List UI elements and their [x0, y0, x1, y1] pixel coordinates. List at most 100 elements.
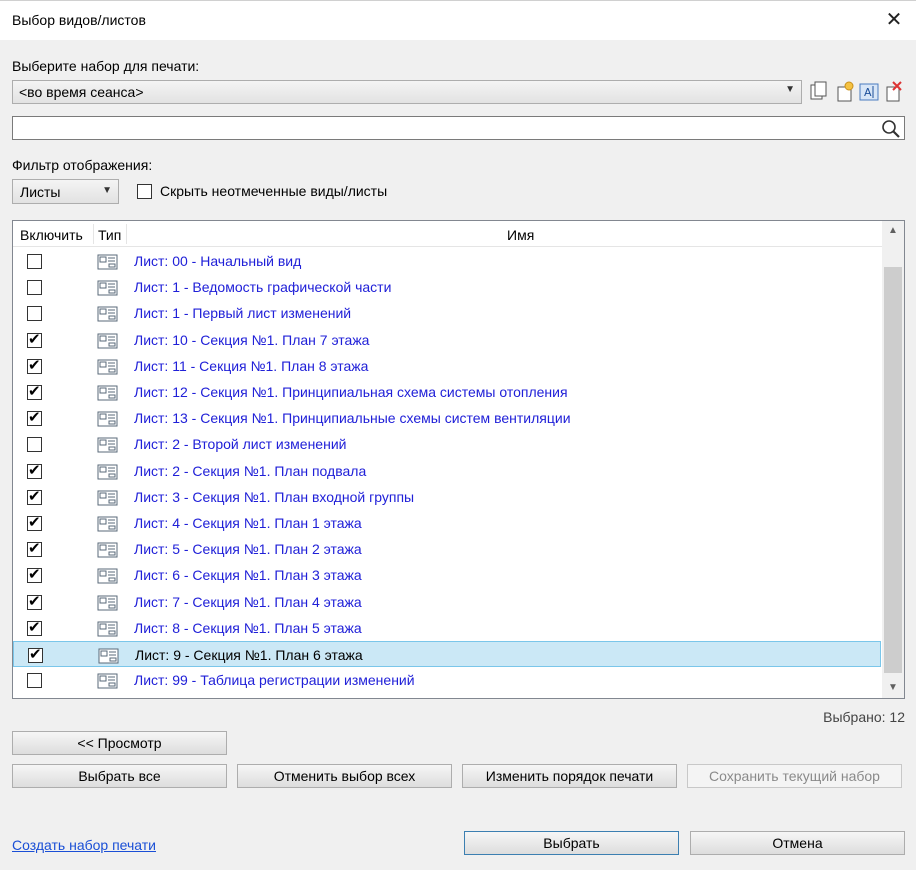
- sheet-icon: [97, 463, 119, 480]
- vertical-scrollbar[interactable]: ▲ ▼: [882, 221, 904, 698]
- include-checkbox[interactable]: [27, 673, 42, 688]
- print-set-combobox[interactable]: <во время сеанса> ▼: [12, 80, 802, 104]
- sheet-icon: [97, 279, 119, 296]
- checkmark-icon: ✔: [28, 383, 41, 400]
- table-row[interactable]: ✔ Лист: 5 - Секция №1. План 2 этажа: [13, 536, 881, 562]
- sheet-name: Лист: 7 - Секция №1. План 4 этажа: [134, 594, 362, 610]
- table-row[interactable]: ✔ Лист: 11 - Секция №1. План 8 этажа: [13, 353, 881, 379]
- table-row[interactable]: ✔ Лист: 9 - Секция №1. План 6 этажа: [13, 641, 881, 667]
- sheet-icon: [97, 358, 119, 375]
- column-header-include[interactable]: Включить: [20, 227, 83, 243]
- include-checkbox[interactable]: ✔: [27, 593, 42, 610]
- include-checkbox[interactable]: ✔: [27, 514, 42, 531]
- close-button[interactable]: ✕: [880, 6, 908, 34]
- sheet-icon: [97, 410, 119, 427]
- save-current-set-button[interactable]: Сохранить текущий набор: [687, 764, 902, 788]
- search-field[interactable]: [12, 116, 905, 140]
- include-checkbox[interactable]: ✔: [27, 383, 42, 400]
- checkmark-icon: ✔: [29, 646, 42, 663]
- scroll-up-icon[interactable]: ▲: [882, 221, 904, 241]
- checkmark-icon: ✔: [28, 619, 41, 636]
- table-row[interactable]: ✔ Лист: 6 - Секция №1. План 3 этажа: [13, 562, 881, 588]
- rename-icon[interactable]: A: [858, 80, 880, 104]
- delete-icon[interactable]: [882, 80, 904, 104]
- include-checkbox[interactable]: ✔: [27, 357, 42, 374]
- print-set-value: <во время сеанса>: [19, 84, 144, 100]
- sheet-name: Лист: 1 - Ведомость графической части: [134, 279, 392, 295]
- sheet-icon: [97, 620, 119, 637]
- include-checkbox[interactable]: ✔: [27, 409, 42, 426]
- select-all-button[interactable]: Выбрать все: [12, 764, 227, 788]
- filter-dropdown[interactable]: Листы ▼: [12, 179, 119, 204]
- hide-unchecked-label: Скрыть неотмеченные виды/листы: [160, 183, 388, 199]
- title-bar: Выбор видов/листов ✕: [0, 0, 916, 40]
- include-checkbox[interactable]: ✔: [27, 566, 42, 583]
- checkmark-icon: ✔: [28, 462, 41, 479]
- column-header-type[interactable]: Тип: [98, 227, 121, 243]
- sheet-icon: [97, 567, 119, 584]
- table-row[interactable]: ✔ Лист: 4 - Секция №1. План 1 этажа: [13, 510, 881, 536]
- sheet-icon: [97, 541, 119, 558]
- sheet-icon: [97, 672, 119, 689]
- hide-unchecked-checkbox[interactable]: [137, 184, 152, 199]
- include-checkbox[interactable]: [27, 437, 42, 452]
- sheets-table: Включить Тип Имя Лист: 00 - Начальный ви…: [12, 220, 905, 699]
- table-row[interactable]: ✔ Лист: 3 - Секция №1. План входной групп…: [13, 484, 881, 510]
- include-checkbox[interactable]: [27, 306, 42, 321]
- checkmark-icon: ✔: [28, 593, 41, 610]
- column-divider: [126, 224, 127, 244]
- checkmark-icon: ✔: [28, 514, 41, 531]
- checkmark-icon: ✔: [28, 331, 41, 348]
- sheet-icon: [97, 253, 119, 270]
- scrollbar-thumb[interactable]: [884, 267, 902, 673]
- table-row[interactable]: Лист: 1 - Первый лист изменений: [13, 300, 881, 326]
- sheet-name: Лист: 12 - Секция №1. Принципиальная схе…: [134, 384, 568, 400]
- sheet-name: Лист: 10 - Секция №1. План 7 этажа: [134, 332, 370, 348]
- sheet-icon: [97, 305, 119, 322]
- checkmark-icon: ✔: [28, 566, 41, 583]
- sheet-icon: [97, 489, 119, 506]
- table-row[interactable]: ✔ Лист: 12 - Секция №1. Принципиальная сх…: [13, 379, 881, 405]
- create-print-set-link[interactable]: Создать набор печати: [12, 837, 156, 853]
- duplicate-icon[interactable]: [808, 80, 830, 104]
- table-row[interactable]: Лист: 2 - Второй лист изменений: [13, 431, 881, 457]
- table-row[interactable]: ✔ Лист: 8 - Секция №1. План 5 этажа: [13, 615, 881, 641]
- table-row[interactable]: ✔ Лист: 2 - Секция №1. План подвала: [13, 458, 881, 484]
- table-header: Включить Тип Имя: [13, 221, 883, 247]
- table-row[interactable]: ✔ Лист: 10 - Секция №1. План 7 этажа: [13, 327, 881, 353]
- include-checkbox[interactable]: ✔: [28, 646, 43, 663]
- table-row[interactable]: Лист: 99 - Таблица регистрации изменений: [13, 667, 881, 693]
- ok-button[interactable]: Выбрать: [464, 831, 679, 855]
- table-row[interactable]: Лист: 00 - Начальный вид: [13, 248, 881, 274]
- sheet-name: Лист: 8 - Секция №1. План 5 этажа: [134, 620, 362, 636]
- column-header-name[interactable]: Имя: [507, 227, 534, 243]
- change-print-order-button[interactable]: Изменить порядок печати: [462, 764, 677, 788]
- table-row[interactable]: ✔ Лист: 13 - Секция №1. Принципиальные сх…: [13, 405, 881, 431]
- svg-text:A: A: [864, 86, 872, 99]
- include-checkbox[interactable]: ✔: [27, 488, 42, 505]
- search-icon[interactable]: [880, 118, 902, 140]
- deselect-all-button[interactable]: Отменить выбор всех: [237, 764, 452, 788]
- table-row[interactable]: Лист: 1 - Ведомость графической части: [13, 274, 881, 300]
- selected-count: Выбрано: 12: [823, 709, 905, 725]
- include-checkbox[interactable]: ✔: [27, 462, 42, 479]
- include-checkbox[interactable]: [27, 280, 42, 295]
- include-checkbox[interactable]: ✔: [27, 619, 42, 636]
- print-set-label: Выберите набор для печати:: [12, 58, 200, 74]
- new-set-icon[interactable]: [834, 80, 856, 104]
- window-title: Выбор видов/листов: [12, 12, 146, 28]
- checkmark-icon: ✔: [28, 488, 41, 505]
- preview-button[interactable]: << Просмотр: [12, 731, 227, 755]
- checkmark-icon: ✔: [28, 357, 41, 374]
- include-checkbox[interactable]: ✔: [27, 331, 42, 348]
- sheet-icon: [97, 384, 119, 401]
- table-row[interactable]: ✔ Лист: 7 - Секция №1. План 4 этажа: [13, 589, 881, 615]
- scroll-down-icon[interactable]: ▼: [882, 678, 904, 698]
- cancel-button[interactable]: Отмена: [690, 831, 905, 855]
- include-checkbox[interactable]: ✔: [27, 540, 42, 557]
- include-checkbox[interactable]: [27, 254, 42, 269]
- filter-value: Листы: [20, 184, 61, 200]
- sheet-name: Лист: 6 - Секция №1. План 3 этажа: [134, 567, 362, 583]
- sheet-name: Лист: 5 - Секция №1. План 2 этажа: [134, 541, 362, 557]
- column-divider: [93, 224, 94, 244]
